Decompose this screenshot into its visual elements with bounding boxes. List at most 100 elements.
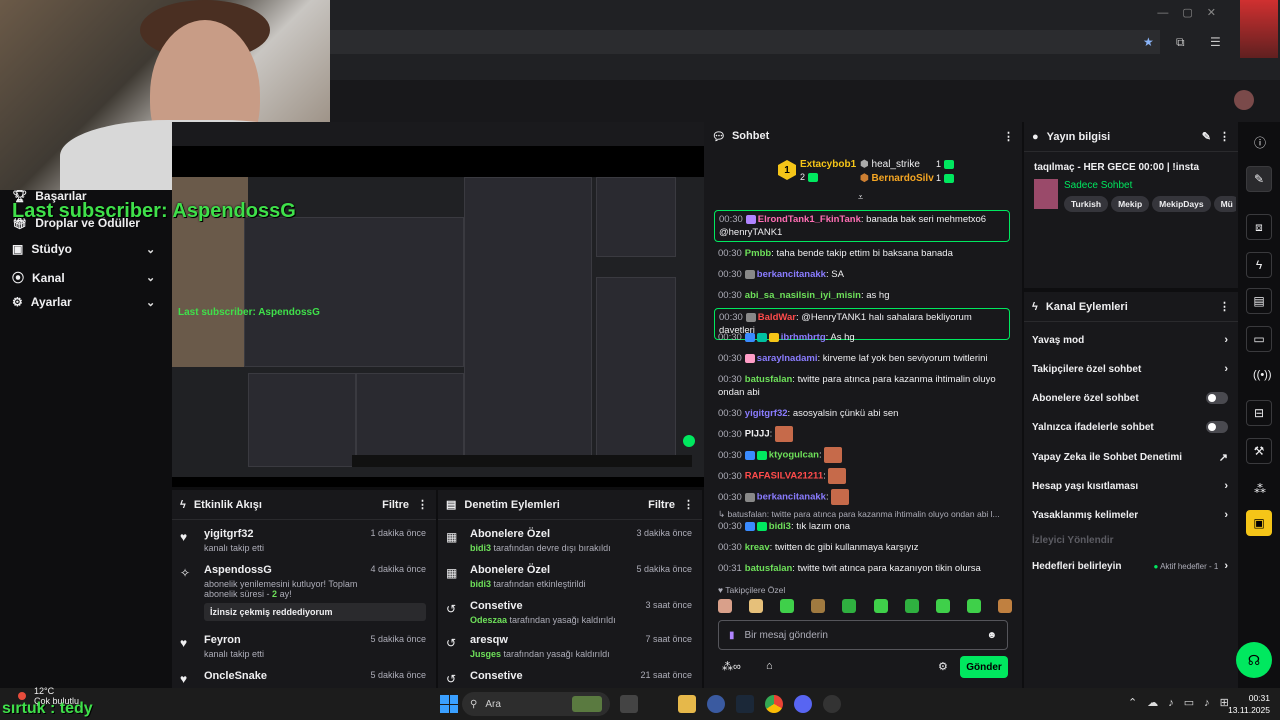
- action-account-age[interactable]: Hesap yaşı kısıtlaması ›: [1032, 480, 1228, 492]
- file-explorer-icon[interactable]: [678, 695, 696, 713]
- emote-icon[interactable]: [749, 599, 764, 613]
- emote-icon[interactable]: [966, 599, 981, 613]
- action-goals[interactable]: Hedefleri belirleyin ● Aktif hedefler - 1…: [1032, 560, 1228, 572]
- edit-icon[interactable]: ✎: [1246, 166, 1272, 192]
- emote-icon[interactable]: [811, 599, 826, 613]
- store-icon[interactable]: ⌂: [766, 660, 773, 672]
- windows-start-icon[interactable]: [440, 695, 458, 713]
- tag[interactable]: Turkish: [1064, 196, 1109, 212]
- action-slow-mode[interactable]: Yavaş mod ›: [1032, 334, 1228, 346]
- tag[interactable]: MekipDays: [1152, 196, 1211, 212]
- task-view-icon[interactable]: [620, 695, 638, 713]
- action-banned-words[interactable]: Yasaklanmış kelimeler ›: [1032, 509, 1228, 521]
- chat-message[interactable]: 00:30 saraylnadami: kirveme laf yok ben s…: [718, 352, 1010, 365]
- community-icon[interactable]: ⁂: [1254, 482, 1266, 496]
- assistant-fab-icon[interactable]: ☊: [1236, 642, 1272, 678]
- tag[interactable]: Mü: [1213, 196, 1236, 212]
- emote-icon[interactable]: [997, 599, 1012, 613]
- leaderboard[interactable]: 1 Extacybob1 2 ⬢ heal_strike 1 ⬢ Bernard…: [704, 150, 1022, 203]
- app-icon[interactable]: [707, 695, 725, 713]
- action-followers-only[interactable]: Takipçilere özel sohbet ›: [1032, 363, 1228, 375]
- reject-button[interactable]: İzinsiz çekmiş reddediyorum: [204, 603, 426, 621]
- infinity-icon[interactable]: ⁂∞: [722, 660, 741, 673]
- more-vertical-icon[interactable]: ⋮: [1003, 130, 1014, 143]
- emote-icon[interactable]: [718, 599, 732, 613]
- system-tray[interactable]: ⌃☁♪▭♪⊞: [1128, 696, 1239, 709]
- steam-icon[interactable]: [736, 695, 754, 713]
- chrome-icon[interactable]: [765, 695, 783, 713]
- chat-message[interactable]: 00:30 abi_sa_nasilsin_iyi_misin: as hg: [718, 289, 1010, 302]
- action-subs-only[interactable]: Abonelere özel sohbet: [1032, 392, 1228, 404]
- mod-filter-button[interactable]: Filtre: [648, 499, 675, 511]
- lightning-icon[interactable]: ϟ: [1246, 252, 1272, 278]
- nav-channel[interactable]: ⦿ Kanal ⌄: [12, 269, 155, 286]
- send-button[interactable]: Gönder: [960, 656, 1008, 678]
- channel-actions-panel: ϟ Kanal Eylemleri ⋮ Yavaş mod › Takipçile…: [1024, 292, 1238, 688]
- more-vertical-icon[interactable]: ⋮: [683, 498, 694, 511]
- action-label: Hedefleri belirleyin: [1032, 560, 1122, 572]
- bookmark-star-icon[interactable]: ★: [1143, 35, 1154, 49]
- info-icon[interactable]: ⓘ: [1254, 134, 1266, 151]
- window-controls[interactable]: —▢✕: [1157, 6, 1230, 19]
- nav-settings[interactable]: ⚙︎ Ayarlar ⌄: [12, 295, 155, 309]
- chat-message[interactable]: 00:30 Pmbb: taha bende takip ettim bi bak…: [718, 247, 1010, 260]
- action-ai-moderation[interactable]: Yapay Zeka ile Sohbet Denetimi ↗: [1032, 451, 1228, 464]
- app-icon[interactable]: [823, 695, 841, 713]
- chat-message[interactable]: 00:30 batusfalan: twitte para atınca para…: [718, 373, 1010, 399]
- chat-message[interactable]: 00:30 yigitgrf32: asosyalsin çünkü abi se…: [718, 407, 1010, 420]
- chat-input[interactable]: ▮ Bir mesaj gönderin ☻: [718, 620, 1008, 650]
- more-vertical-icon[interactable]: ⋮: [417, 498, 428, 511]
- chat-icon[interactable]: ▭: [1246, 326, 1272, 352]
- discord-icon[interactable]: [794, 695, 812, 713]
- msg-text: : kirveme laf yok ben seviyorum twitleri…: [817, 353, 988, 364]
- user-avatar[interactable]: [1234, 90, 1254, 110]
- chat-message[interactable]: 00:30 RAFASILVA21211:: [718, 468, 1010, 484]
- chevron-down-icon: ⌄: [146, 272, 156, 284]
- emote-icon[interactable]: [780, 599, 795, 613]
- nav-studio[interactable]: ▣ Stüdyo ⌄: [12, 242, 155, 256]
- chat-message[interactable]: 00:30 PIJJJ:: [718, 426, 1010, 442]
- emote-icon[interactable]: [904, 599, 919, 613]
- microphone-icon[interactable]: ▮: [729, 630, 735, 641]
- chat-message[interactable]: 00:30 berkancitanakk: SA: [718, 268, 1010, 281]
- stream-preview[interactable]: Last subscriber: AspendossG: [172, 122, 704, 487]
- broadcast-icon[interactable]: ((•)): [1253, 369, 1272, 381]
- chat-message[interactable]: 00:30 bidi3: tık lazım ona: [718, 520, 1010, 533]
- action-label: Abonelere özel sohbet: [1032, 392, 1139, 404]
- chat-message[interactable]: 00:31 batusfalan: twitte twit atınca para…: [718, 562, 1010, 575]
- notes-icon[interactable]: ▤: [1246, 288, 1272, 314]
- layout-icon[interactable]: ⊟: [1246, 400, 1272, 426]
- msg-user: saraylnadami: [756, 353, 818, 364]
- clip-icon[interactable]: ⧈: [1246, 214, 1272, 240]
- wrench-icon[interactable]: ⚒: [1246, 438, 1272, 464]
- more-vertical-icon[interactable]: ⋮: [1219, 130, 1230, 143]
- action-emote-only[interactable]: Yalnızca ifadelerle sohbet: [1032, 421, 1228, 433]
- mod-title: Abonelere Özel: [470, 564, 551, 576]
- chat-message[interactable]: 00:30 berkancitanakk:: [718, 489, 1010, 505]
- taskbar-search[interactable]: ⚲ Ara: [462, 692, 610, 716]
- menu-icon[interactable]: ☰: [1210, 35, 1221, 49]
- extensions-icon[interactable]: ⧉: [1176, 35, 1185, 50]
- taskbar-clock[interactable]: 00:31 13.11.2025: [1228, 692, 1270, 716]
- stream-category[interactable]: Sadece Sohbet: [1064, 180, 1132, 191]
- activity-filter-button[interactable]: Filtre: [382, 499, 409, 511]
- edit-pencil-icon[interactable]: ✎: [1202, 130, 1211, 143]
- emoji-icon[interactable]: ☻: [986, 630, 997, 641]
- chat-message[interactable]: 00:30 ElrondTank1_FkinTank: banada bak se…: [714, 210, 1010, 242]
- chat-message[interactable]: 00:30 ibrhmbrtg: As hg: [718, 331, 1010, 344]
- clapper-icon[interactable]: ▣: [1246, 510, 1272, 536]
- address-bar[interactable]: [330, 30, 1160, 54]
- more-vertical-icon[interactable]: ⋮: [1219, 300, 1230, 313]
- chat-message[interactable]: 00:30 kreav: twitten dc gibi kullanmaya k…: [718, 541, 1010, 554]
- tag[interactable]: Mekip: [1111, 196, 1150, 212]
- emote-icon[interactable]: [873, 599, 888, 613]
- expand-icon[interactable]: ⩡: [858, 192, 863, 203]
- emote-bar[interactable]: [718, 599, 1012, 617]
- emote-icon[interactable]: [842, 599, 857, 613]
- emote-icon[interactable]: [935, 599, 950, 613]
- chat-message[interactable]: 00:30 ktyogulcan:: [718, 447, 1010, 463]
- toggle-switch[interactable]: [1206, 392, 1228, 404]
- settings-gear-icon[interactable]: ⚙: [938, 660, 948, 673]
- category-box-art[interactable]: [1034, 179, 1058, 209]
- toggle-switch[interactable]: [1206, 421, 1228, 433]
